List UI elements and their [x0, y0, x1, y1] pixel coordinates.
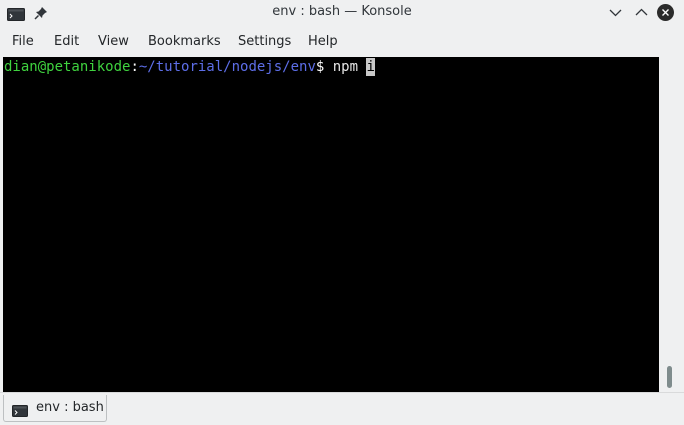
prompt-user-host: dian@petanikode — [4, 59, 131, 75]
title-bar[interactable]: env : bash — Konsole — [0, 0, 684, 25]
prompt-line: dian@petanikode:~/tutorial/nodejs/env$ n… — [4, 58, 375, 76]
chevron-down-icon — [609, 9, 622, 17]
close-icon — [657, 4, 674, 21]
terminal-output[interactable]: dian@petanikode:~/tutorial/nodejs/env$ n… — [3, 57, 659, 392]
command-text: npm — [324, 59, 367, 75]
menu-view[interactable]: View — [98, 34, 129, 49]
prompt-colon: : — [130, 59, 139, 75]
terminal-scrollbar[interactable] — [660, 57, 681, 392]
minimize-button[interactable] — [607, 4, 624, 21]
maximize-button[interactable] — [633, 4, 650, 21]
tab-label: env : bash — [36, 400, 104, 415]
window-title: env : bash — Konsole — [272, 4, 412, 19]
prompt-path: ~/tutorial/nodejs/env — [138, 59, 316, 75]
konsole-window: env : bash — Konsole File Edit View Book… — [0, 0, 684, 425]
menu-file[interactable]: File — [12, 34, 34, 49]
scrollbar-handle[interactable] — [667, 366, 672, 388]
menu-bookmarks[interactable]: Bookmarks — [148, 34, 221, 49]
menu-edit[interactable]: Edit — [54, 34, 79, 49]
tab-bar: env : bash — [0, 392, 684, 425]
menu-bar: File Edit View Bookmarks Settings Help — [0, 30, 684, 54]
chevron-up-icon — [635, 8, 648, 16]
tab-env-bash[interactable]: env : bash — [3, 395, 107, 422]
menu-settings[interactable]: Settings — [238, 34, 291, 49]
close-button[interactable] — [657, 4, 674, 21]
text-cursor: i — [366, 58, 375, 76]
terminal-icon — [12, 402, 28, 417]
menu-help[interactable]: Help — [308, 34, 338, 49]
